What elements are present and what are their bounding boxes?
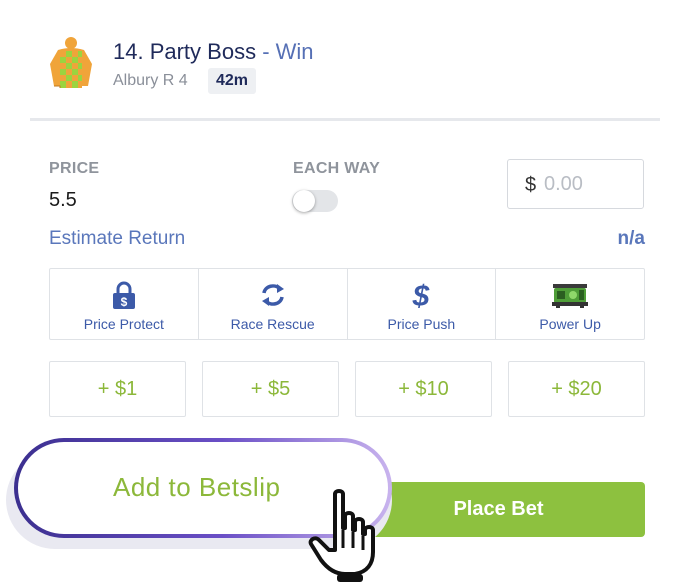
padlock-dollar-icon: $ <box>112 281 135 309</box>
quick-stake-row: + $1 + $5 + $10 + $20 <box>49 361 645 417</box>
bet-type: Win <box>275 39 314 64</box>
header-divider <box>30 118 660 121</box>
feature-label: Race Rescue <box>230 316 315 332</box>
dollar-sign-icon: $ <box>412 281 430 309</box>
race-rescue-option[interactable]: Race Rescue <box>199 269 348 339</box>
currency-symbol: $ <box>525 174 537 196</box>
svg-text:$: $ <box>412 281 430 309</box>
hand-pointer-icon <box>308 489 375 582</box>
toggle-knob <box>293 190 315 212</box>
each-way-label: EACH WAY <box>293 160 381 177</box>
power-up-option[interactable]: Power Up <box>496 269 644 339</box>
price-protect-option[interactable]: $ Price Protect <box>50 269 199 339</box>
price-value: 5.5 <box>49 189 77 211</box>
quick-stake-5-button[interactable]: + $5 <box>202 361 339 417</box>
bet-type-separator: - <box>256 39 276 64</box>
feature-label: Price Push <box>387 316 456 332</box>
bet-card: 14. Party Boss - Win Albury R 4 42m PRIC… <box>0 0 688 588</box>
quick-stake-10-button[interactable]: + $10 <box>355 361 492 417</box>
stake-input[interactable] <box>544 170 634 198</box>
time-to-jump-badge: 42m <box>208 68 257 94</box>
feature-label: Power Up <box>539 316 601 332</box>
feature-label: Price Protect <box>83 316 164 332</box>
svg-text:$: $ <box>121 295 128 309</box>
estimate-return-value: n/a <box>617 228 645 249</box>
refresh-arrows-icon <box>261 284 284 306</box>
jockey-silks-icon <box>50 37 92 88</box>
stake-field[interactable]: $ <box>507 159 644 209</box>
each-way-toggle[interactable] <box>292 190 338 212</box>
feature-options: $ Price Protect Race Rescue $ Price Push… <box>49 268 645 340</box>
quick-stake-1-button[interactable]: + $1 <box>49 361 186 417</box>
price-label: PRICE <box>49 160 100 177</box>
race-info: Albury R 4 <box>113 72 188 89</box>
price-push-option[interactable]: $ Price Push <box>348 269 497 339</box>
quick-stake-20-button[interactable]: + $20 <box>508 361 645 417</box>
runner-name: 14. Party Boss <box>113 39 257 64</box>
runner-title: 14. Party Boss - Win <box>113 39 314 65</box>
estimate-return-label: Estimate Return <box>49 228 186 249</box>
power-up-machine-icon <box>552 284 589 308</box>
